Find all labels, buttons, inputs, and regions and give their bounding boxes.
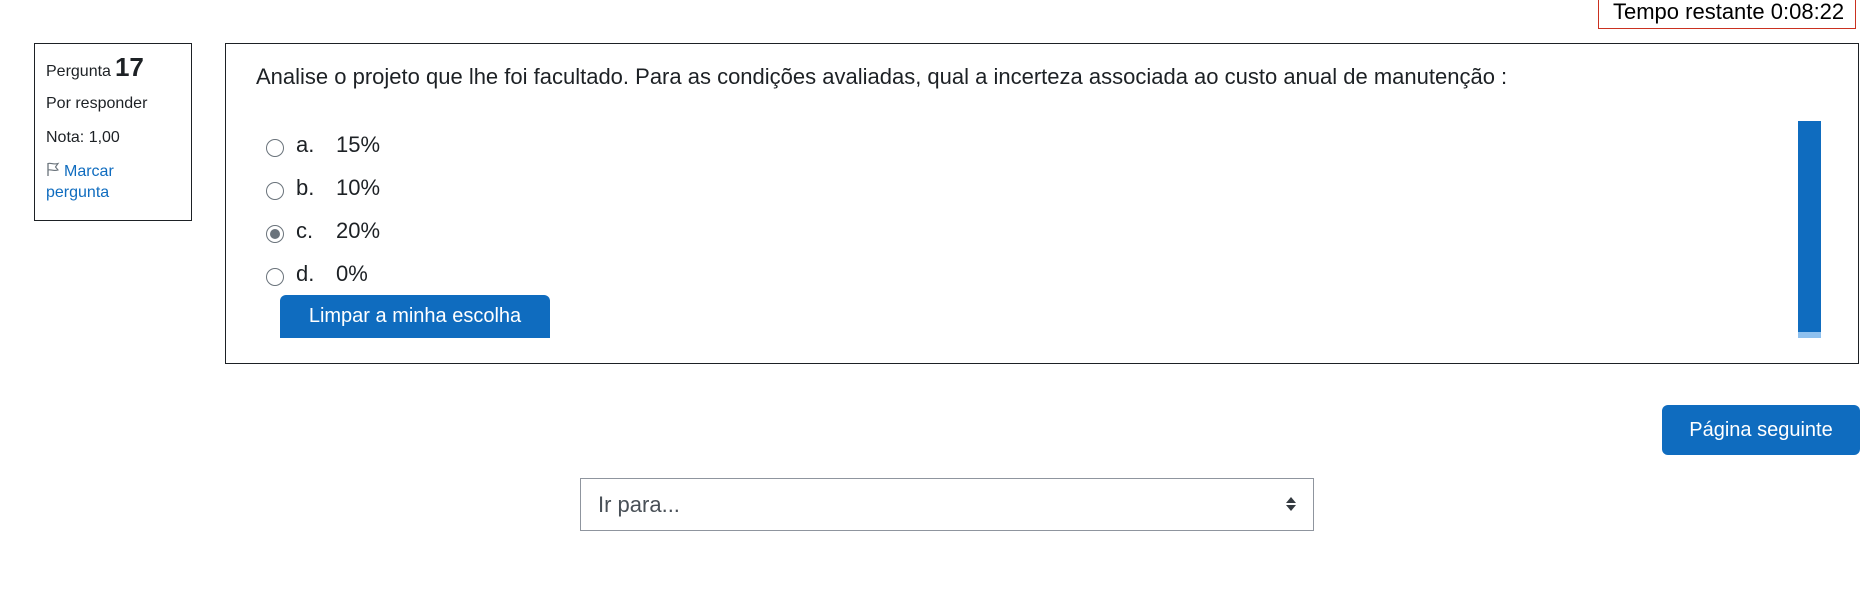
flag-outline-icon [47, 162, 60, 176]
answer-option-a[interactable]: a. 15% [266, 123, 380, 166]
answer-letter: b. [296, 174, 315, 200]
answer-letter: c. [296, 217, 314, 243]
sort-arrows-icon [1286, 497, 1296, 511]
question-state: Por responder [46, 95, 148, 112]
answer-list: a. 15% b. 10% c. 20% d. 0% [266, 123, 380, 295]
quiz-page: Tempo restante 0:08:22 Pergunta 17 Por re… [0, 0, 1876, 613]
radio-a[interactable] [266, 138, 284, 157]
question-grade: Nota: 1,00 [46, 129, 120, 146]
answer-option-c[interactable]: c. 20% [266, 209, 380, 252]
question-number: Pergunta 17 [46, 54, 180, 85]
answer-letter: d. [296, 260, 315, 286]
answer-option-b[interactable]: b. 10% [266, 166, 380, 209]
flag-question-link[interactable]: Marcar pergunta [46, 161, 180, 203]
jump-to-label: Ir para... [598, 492, 680, 517]
clear-choice-button[interactable]: Limpar a minha escolha [280, 295, 550, 338]
next-page-button[interactable]: Página seguinte [1662, 405, 1860, 455]
answer-text: 20% [336, 217, 381, 243]
answer-text: 0% [336, 260, 368, 286]
answer-text: 10% [336, 174, 381, 200]
question-number-label: Pergunta [46, 63, 111, 80]
radio-b[interactable] [266, 181, 284, 200]
radio-c[interactable] [266, 224, 284, 243]
answer-option-d[interactable]: d. 0% [266, 252, 380, 295]
scrollbar[interactable] [1798, 121, 1821, 338]
time-remaining: Tempo restante 0:08:22 [1598, 0, 1856, 29]
jump-to-select[interactable]: Ir para... [580, 478, 1314, 531]
question-text: Analise o projeto que lhe foi facultado.… [256, 64, 1508, 89]
question-info-panel: Pergunta 17 Por responder Nota: 1,00 Marc… [34, 43, 192, 221]
question-number-value: 17 [114, 52, 144, 82]
radio-d[interactable] [266, 267, 284, 286]
question-content: Analise o projeto que lhe foi facultado.… [225, 43, 1859, 364]
answer-letter: a. [296, 131, 315, 157]
answer-text: 15% [336, 131, 381, 157]
